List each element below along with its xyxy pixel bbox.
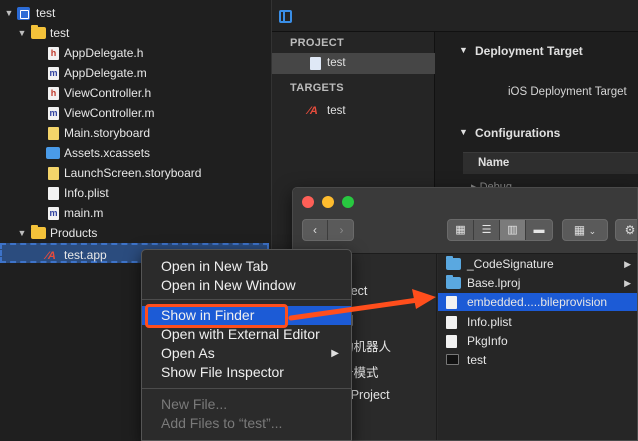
annotation-arrow-layer <box>288 289 436 321</box>
annotation-arrow-shaft <box>288 297 421 321</box>
annotation-arrow-head <box>412 289 436 309</box>
